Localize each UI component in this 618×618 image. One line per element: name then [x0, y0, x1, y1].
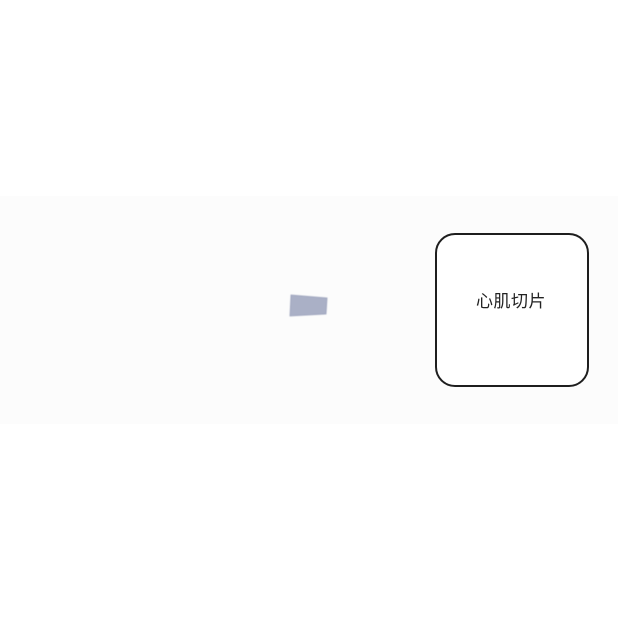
tissue-slice-fragment-icon [289, 294, 328, 317]
myocardial-slice-card[interactable]: 心肌切片 [435, 233, 589, 387]
canvas: 心肌切片 [0, 0, 618, 618]
card-label: 心肌切片 [476, 291, 546, 312]
